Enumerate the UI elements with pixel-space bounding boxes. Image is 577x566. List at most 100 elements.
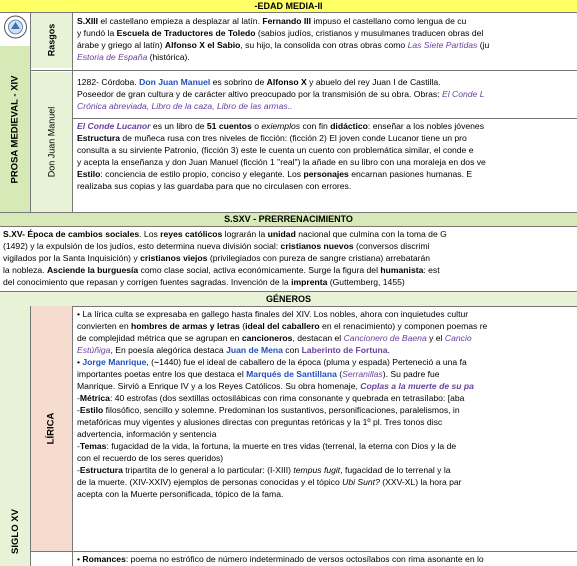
- lirica-text: • La lírica culta se expresaba en galleg…: [77, 308, 577, 550]
- lucanor-segment: encarnan pasiones humanas. E: [348, 169, 473, 179]
- lucanor-segment: es un libro de: [150, 121, 207, 131]
- lucanor-segment: realizaba sus copias y las guardaba para…: [77, 181, 352, 191]
- prerrenacimiento-segment: vigilados por la Santa Inquisición) y: [3, 253, 141, 263]
- prerrenacimiento-segment: : est: [423, 265, 440, 275]
- prerrenacimiento-segment: la nobleza.: [3, 265, 47, 275]
- lirica-line: convierten en hombres de armas y letras …: [77, 320, 577, 332]
- don-juan-bio-segment: Poseedor de gran cultura y de carácter a…: [77, 89, 442, 99]
- lirica-segment: advertencia, información y sentencia: [77, 429, 217, 439]
- lucanor-segment: Estilo: [77, 169, 101, 179]
- lirica-segment: Serranillas: [342, 369, 383, 379]
- lirica-segment: acepta con la Muerte personificada, tópi…: [77, 489, 284, 499]
- rasgos-segment: impuso el castellano como lengua de cu: [311, 16, 467, 26]
- prerrenacimiento-title: S.SXV - PRERRENACIMIENTO: [0, 212, 577, 226]
- prerrenacimiento-segment: (Guttemberg, 1455): [327, 277, 405, 287]
- rasgos-segment: Alfonso X el Sabio: [164, 40, 241, 50]
- don-juan-bio-segment: Alfonso X: [266, 77, 307, 87]
- document-page: -EDAD MEDIA-II PROSA MEDIEVAL - XIV Rasg…: [0, 0, 577, 566]
- lucanor-line: consulta a su sirviente Patronio, (ficci…: [77, 144, 577, 156]
- prerrenacimiento-segment: . Los: [139, 229, 161, 239]
- lucanor-line: Estilo: conciencia de estilo propio, con…: [77, 168, 577, 180]
- don-juan-bio-segment: El Conde L: [441, 89, 485, 99]
- prerrenacimiento-segment: del conocimiento que repasan y corrigen …: [3, 277, 292, 287]
- lirica-segment: Cancionero de Baena: [343, 333, 427, 343]
- lucanor-segment: y acepta la enseñanza y don Juan Manuel …: [77, 157, 486, 167]
- lucanor-segment: exiemplos: [261, 121, 301, 131]
- rasgos-segment: Las Siete Partidas: [407, 40, 478, 50]
- generos-title: GÉNEROS: [0, 291, 577, 307]
- lirica-segment: , destacan el: [292, 333, 344, 343]
- lirica-segment: • La lírica culta se expresaba en galleg…: [77, 309, 469, 319]
- lucanor-segment: didáctico: [330, 121, 368, 131]
- don-juan-bio-segment: 1282- Córdoba.: [77, 77, 140, 87]
- rasgos-segment: el castellano empieza a desplazar al lat…: [98, 16, 263, 26]
- rasgos-segment: y fundó la: [77, 28, 117, 38]
- prerrenacimiento-segment: como clase social, activa económicamente…: [138, 265, 381, 275]
- don-juan-bio-text: 1282- Córdoba. Don Juan Manuel es sobrin…: [77, 76, 577, 116]
- prerrenacimiento-line: del conocimiento que repasan y corrigen …: [3, 276, 577, 288]
- lirica-segment: Jorge Manrique: [82, 357, 147, 367]
- rasgos-line: árabe y griego al latín) Alfonso X el Sa…: [77, 39, 577, 51]
- conde-lucanor-text: El Conde Lucanor es un libro de 51 cuent…: [77, 120, 577, 212]
- prerrenacimiento-segment: cristianos viejos: [140, 253, 208, 263]
- lirica-line: acepta con la Muerte personificada, tópi…: [77, 488, 577, 500]
- lirica-line: de complejidad métrica que se agrupan en…: [77, 332, 577, 344]
- rasgos-line: Estoria de España (histórica).: [77, 51, 577, 63]
- lirica-line: advertencia, información y sentencia: [77, 428, 577, 440]
- lirica-segment: Métrica: [79, 393, 110, 403]
- rasgos-segment: , su hijo, la consolida con otras obras …: [240, 40, 408, 50]
- lirica-segment: con el recuerdo de los seres queridos): [77, 453, 224, 463]
- don-juan-bio-line: Poseedor de gran cultura y de carácter a…: [77, 88, 577, 100]
- don-juan-bio-line: Crónica abreviada, Libro de la caza, Lib…: [77, 100, 577, 112]
- lirica-line: Manrique. Sirvió a Enrique IV y a los Re…: [77, 380, 577, 392]
- lirica-line: importantes poetas entre los que destaca…: [77, 368, 577, 380]
- romances-segment: Romances: [82, 554, 126, 564]
- lirica-segment: Estúñiga: [77, 345, 111, 355]
- prerrenacimiento-segment: reyes católicos: [160, 229, 223, 239]
- lirica-segment: Ubi Sunt?: [342, 477, 380, 487]
- rasgos-label: Rasgos: [30, 12, 72, 68]
- lirica-segment: Cancio: [444, 333, 472, 343]
- lucanor-segment: Estructura: [77, 133, 120, 143]
- logo-emblem-icon: [4, 15, 27, 39]
- romances-segment: : poema no estrófico de número indetermi…: [125, 554, 484, 564]
- lirica-segment: , (: [146, 357, 155, 367]
- prerrenacimiento-segment: cristianos nuevos: [280, 241, 354, 251]
- rasgos-segment: Escuela de Traductores de Toledo: [116, 28, 256, 38]
- lirica-line: metafóricas muy vigentes y alusiones dir…: [77, 416, 577, 428]
- rasgos-segment: (sabios judíos, cristianos y musulmanes …: [255, 28, 484, 38]
- romances-text: • Romances: poema no estrófico de número…: [77, 553, 577, 565]
- lirica-line: -Métrica: 40 estrofas (dos sextillas oct…: [77, 392, 577, 404]
- lirica-label: LÍRICA: [30, 306, 72, 551]
- don-juan-bio-segment: y abuelo del rey Juan I de Castilla.: [306, 77, 441, 87]
- lirica-segment: , En poesía alegórica destaca: [110, 345, 227, 355]
- lucanor-segment: : conciencia de estilo propio, conciso y…: [100, 169, 304, 179]
- prerrenacimiento-segment: (privilegiados con pureza de sangre cris…: [207, 253, 431, 263]
- don-juan-bio-segment: es sobrino de: [210, 77, 267, 87]
- prosa-medieval-label: PROSA MEDIEVAL - XIV: [0, 46, 30, 212]
- lirica-segment: Estructura: [79, 465, 123, 475]
- prerrenacimiento-segment: (1492) y la expulsión de los judíos, est…: [3, 241, 281, 251]
- lirica-segment: tripartita de lo general a lo particular…: [122, 465, 294, 475]
- lirica-line: • Jorge Manrique, (~1440) fue el ideal d…: [77, 356, 577, 368]
- romances-line: • Romances: poema no estrófico de número…: [77, 553, 577, 565]
- lirica-segment: Manrique. Sirvió a Enrique IV y a los Re…: [77, 381, 361, 391]
- rasgos-segment: (ju: [477, 40, 490, 50]
- rasgos-line: S.XIII el castellano empieza a desplazar…: [77, 15, 577, 27]
- prerrenacimiento-segment: Época de cambios sociales: [27, 229, 140, 239]
- lirica-segment: (XXV-XL) la hora par: [379, 477, 462, 487]
- lirica-segment: , fugacidad de lo terrenal y la: [340, 465, 451, 475]
- edad-media-title: -EDAD MEDIA-II: [0, 0, 577, 12]
- lirica-segment: Marqués de Santillana: [246, 369, 337, 379]
- lirica-segment: filosófico, sencillo y solemne. Predomin…: [103, 405, 460, 415]
- prerrenacimiento-segment: nacional que culmina con la toma de G: [295, 229, 447, 239]
- lirica-segment: .: [387, 345, 390, 355]
- prerrenacimiento-line: la nobleza. Asciende la burguesía como c…: [3, 264, 577, 276]
- lirica-segment: de la muerte. (XIV-XXIV) ejemplos de per…: [77, 477, 343, 487]
- lucanor-segment: personajes: [303, 169, 349, 179]
- lucanor-segment: o: [251, 121, 262, 131]
- lirica-segment: Laberinto de Fortuna: [301, 345, 388, 355]
- lirica-segment: importantes poetas entre los que destaca…: [77, 369, 247, 379]
- don-juan-bio-segment: Crónica abreviada, Libro de la caza, Lib…: [77, 101, 293, 111]
- lirica-segment: Temas: [79, 441, 107, 451]
